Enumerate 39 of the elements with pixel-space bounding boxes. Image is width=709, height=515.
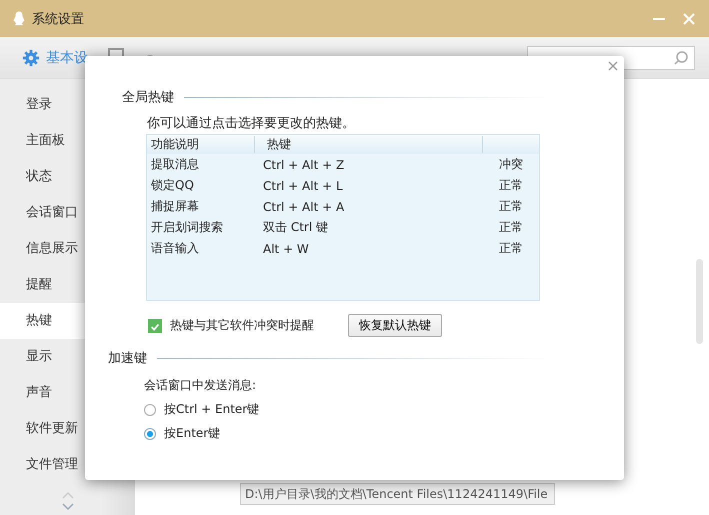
scrollbar-thumb[interactable] [696,259,703,344]
penguin-icon [12,10,26,27]
table-cell[interactable]: 提取消息 [147,156,255,173]
table-cell[interactable]: Ctrl + Alt + L [255,178,483,192]
table-cell[interactable]: 语音输入 [147,240,255,257]
path-field[interactable]: D:\用户目录\我的文档\Tencent Files\1124241149\File [240,483,555,505]
section-title: 加速键 [108,350,147,367]
table-cell[interactable]: 锁定QQ [147,177,255,194]
table-cell[interactable]: 正常 [483,198,539,215]
table-cell[interactable]: 正常 [483,240,539,257]
checkbox-label: 热键与其它软件冲突时提醒 [170,317,314,334]
table-cell[interactable]: 正常 [483,177,539,194]
table-cell[interactable]: 冲突 [483,156,539,173]
table-cell[interactable]: 开启划词搜索 [147,219,255,236]
hint-text: 你可以通过点击选择要更改的热键。 [147,115,356,132]
radio-button[interactable] [144,428,156,440]
table-cell[interactable]: Ctrl + Alt + Z [255,158,483,172]
minimize-icon [653,18,665,20]
checkbox[interactable] [148,318,162,332]
close-icon[interactable] [608,61,618,71]
gear-icon [22,48,40,66]
radio-button[interactable] [144,404,156,416]
search-icon [673,50,689,66]
table-cell[interactable]: 双击 Ctrl 键 [255,219,483,236]
prompt-text: 会话窗口中发送消息: [144,377,258,394]
window-title: 系统设置 [32,10,84,28]
close-icon [683,12,695,24]
table-cell[interactable]: Ctrl + Alt + A [255,200,483,214]
section-title: 全局热键 [122,89,174,106]
table-cell[interactable]: Alt + W [255,242,483,256]
table-cell[interactable]: 正常 [483,219,539,236]
column-header[interactable]: 功能说明 [147,136,255,153]
scroll-down-icon[interactable] [62,503,74,511]
radio-label: 按Ctrl + Enter键 [164,401,260,418]
restore-defaults-button[interactable]: 恢复默认热键 [348,314,442,337]
scroll-up-icon[interactable] [62,491,74,499]
radio-label: 按Enter键 [164,425,220,442]
table-cell[interactable]: 捕捉屏幕 [147,198,255,215]
column-header[interactable]: 热键 [255,136,483,153]
